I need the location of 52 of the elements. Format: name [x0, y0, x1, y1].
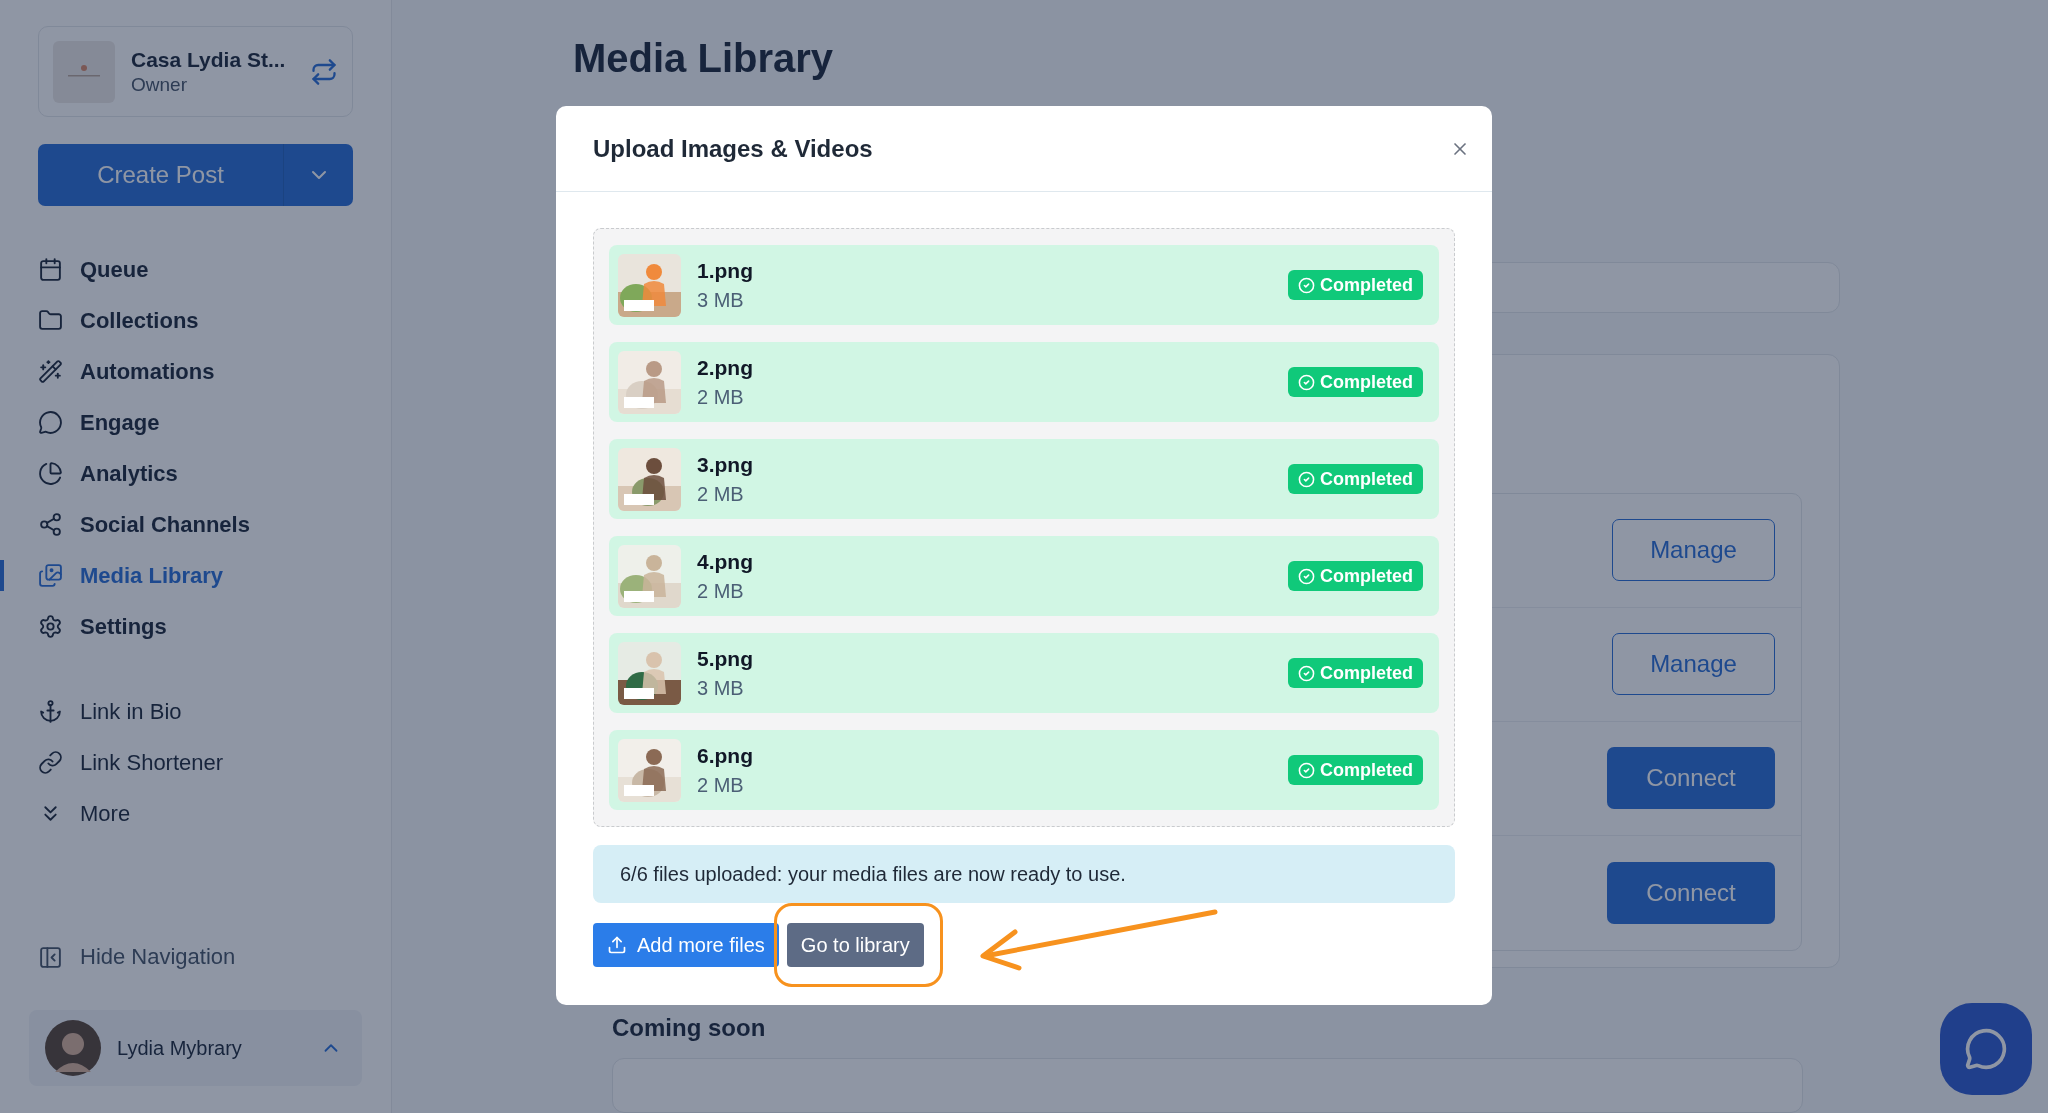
status-badge: Completed: [1288, 464, 1423, 494]
file-size: 2 MB: [697, 579, 745, 603]
logo-icon: [53, 40, 115, 103]
nav-icon: [38, 750, 63, 775]
upload-message: 6/6 files uploaded: your media files are now ready to use.: [593, 845, 1455, 903]
status-badge: Completed: [1288, 270, 1423, 300]
avatar-icon: [45, 1020, 101, 1076]
status-badge: Completed: [1288, 367, 1423, 397]
chat-button[interactable]: [1940, 1003, 2032, 1095]
file-size: 3 MB: [697, 676, 745, 700]
nav-icon: [38, 563, 63, 588]
file-name: 2.png: [697, 355, 754, 380]
create-post-button[interactable]: Create Post: [38, 144, 284, 206]
nav-icon: [38, 614, 63, 639]
file-size: 2 MB: [697, 773, 745, 797]
nav-icon: [38, 410, 63, 435]
nav-icon: [38, 512, 63, 537]
upload-icon: [607, 935, 627, 955]
account-role: Owner: [131, 73, 188, 96]
user-name: Lydia Mybrary: [117, 1036, 243, 1060]
connect-button[interactable]: Connect: [1607, 861, 1775, 924]
account-switcher[interactable]: Casa Lydia St... Owner: [38, 26, 353, 117]
switch-icon[interactable]: [310, 57, 338, 86]
hide-navigation-link[interactable]: Hide Navigation: [38, 937, 353, 977]
account-name: Casa Lydia St...: [131, 47, 287, 72]
status-badge: Completed: [1288, 658, 1423, 688]
section-heading: Coming soon: [612, 1013, 767, 1042]
status-badge: Completed: [1288, 755, 1423, 785]
nav-icon: [38, 359, 63, 384]
file-size: 3 MB: [697, 288, 745, 312]
nav-icon: [38, 461, 63, 486]
file-name: 3.png: [697, 452, 754, 477]
go-to-library-button[interactable]: Go to library: [786, 923, 924, 967]
connect-button[interactable]: Connect: [1607, 747, 1775, 810]
file-size: 2 MB: [697, 482, 745, 506]
file-name: 4.png: [697, 549, 754, 574]
dialog-title: Upload Images & Videos: [593, 134, 873, 163]
panel-icon: [38, 944, 63, 970]
file-size: 2 MB: [697, 385, 745, 409]
nav-icon: [38, 308, 63, 333]
user-menu[interactable]: Lydia Mybrary: [29, 1010, 362, 1086]
manage-button[interactable]: Manage: [1612, 519, 1775, 582]
file-name: 5.png: [697, 646, 754, 671]
add-files-button[interactable]: Add more files: [593, 923, 779, 967]
chat-bubble-icon: [1964, 1027, 2008, 1071]
page-title: Media Library: [573, 36, 835, 81]
status-badge: Completed: [1288, 561, 1423, 591]
nav-icon: [38, 257, 63, 282]
manage-button[interactable]: Manage: [1612, 633, 1775, 696]
nav-icon: [38, 699, 63, 724]
file-name: 1.png: [697, 258, 754, 283]
file-name: 6.png: [697, 743, 754, 768]
